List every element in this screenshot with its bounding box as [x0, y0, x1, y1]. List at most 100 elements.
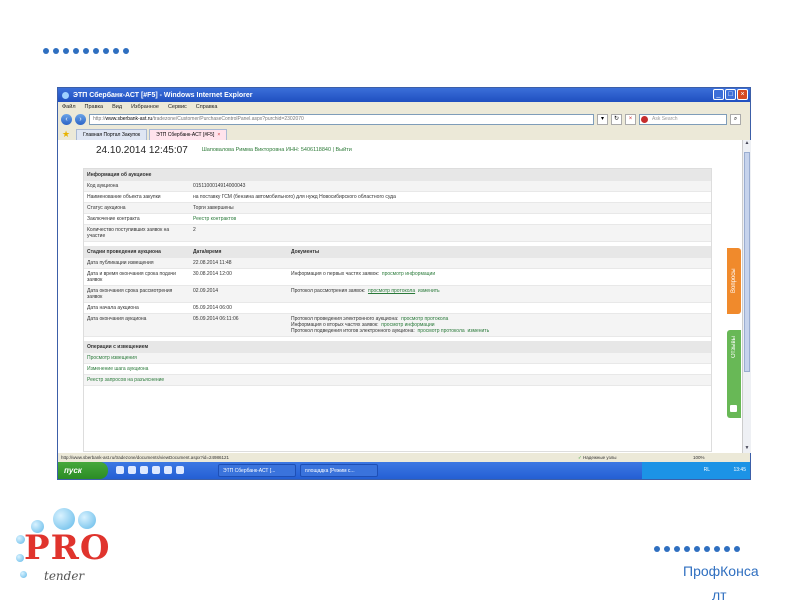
view-protocol-link[interactable]: просмотр протокола: [368, 288, 415, 294]
logo-pro-text: PRO: [24, 528, 111, 568]
scroll-down-icon[interactable]: ▼: [743, 445, 751, 453]
logo-bubble: [53, 508, 75, 530]
stage-name: Дата начала аукциона: [84, 302, 190, 314]
taskbar-task-doc[interactable]: площадка [Режим с...: [300, 464, 378, 477]
info-label: Заключение контракта: [84, 213, 190, 225]
tab-sberbank-ast[interactable]: ЭТП Сбербанк-АСТ [#F5] ×: [149, 129, 228, 140]
quicklaunch-icon[interactable]: [176, 466, 184, 474]
info-value: Торги завершены: [190, 202, 711, 214]
taskbar: пуск ЭТП Сбербанк-АСТ [... площадка [Реж…: [58, 462, 750, 479]
user-info-link[interactable]: Шаповалова Римма Викторовна ИНН: 5406118…: [202, 147, 352, 153]
reviews-side-tab[interactable]: Отзывы: [727, 330, 741, 418]
operations-table: Операции с извещением Просмотр извещения…: [84, 341, 711, 386]
tab-main-portal[interactable]: Главная Портал Закупок: [76, 129, 148, 140]
current-datetime: 24.10.2014 12:45:07: [96, 144, 188, 156]
favorites-star-icon[interactable]: ★: [62, 128, 70, 140]
view-notice-link[interactable]: Просмотр извещения: [87, 355, 137, 361]
status-url: http://www.sberbank-ast.ru/tradezone/doc…: [61, 455, 229, 460]
info-label: Код аукциона: [84, 181, 190, 192]
logo-bubble: [78, 511, 96, 529]
quicklaunch-icon[interactable]: [116, 466, 124, 474]
stage-name: Дата окончания срока рассмотрения заявок: [84, 285, 190, 303]
decorative-dots-bottom: [654, 546, 740, 552]
zoom-level[interactable]: 100%: [693, 453, 705, 462]
auction-card: Информация об аукционе Код аукциона 01511…: [83, 168, 712, 452]
menu-favorites[interactable]: Избранное: [131, 104, 159, 110]
window-titlebar: ЭТП Сбербанк-АСТ [#F5] - Windows Interne…: [58, 88, 750, 102]
table-row: Дата публикации извещения 22.08.2014 11:…: [84, 258, 711, 269]
taskbar-task-ie[interactable]: ЭТП Сбербанк-АСТ [...: [218, 464, 296, 477]
quick-launch: [116, 466, 184, 474]
search-icon[interactable]: ⌕: [730, 113, 741, 125]
logo-bubble: [20, 571, 27, 578]
window-title: ЭТП Сбербанк-АСТ [#F5] - Windows Interne…: [73, 91, 253, 99]
menu-tools[interactable]: Сервис: [168, 104, 187, 110]
vertical-scrollbar[interactable]: ▲ ▼: [742, 140, 751, 453]
system-tray: RL 13:45: [642, 462, 750, 479]
contracts-registry-link[interactable]: Реестр контрактов: [193, 216, 236, 222]
edit-link[interactable]: изменить: [467, 328, 489, 334]
tab-bar: ★ Главная Портал Закупок ЭТП Сбербанк-АС…: [58, 126, 750, 140]
clarification-registry-link[interactable]: Реестр запросов на разъяснение: [87, 377, 164, 383]
info-value: 2: [190, 224, 711, 242]
menu-bar: Файл Правка Вид Избранное Сервис Справка: [58, 102, 750, 112]
minimize-icon[interactable]: _: [713, 89, 724, 100]
back-icon[interactable]: ‹: [61, 113, 72, 125]
decorative-dots-top: [43, 48, 129, 54]
maximize-icon[interactable]: □: [725, 89, 736, 100]
feedback-icon: [730, 405, 737, 412]
stage-name: Дата и время окончания срока подачи заяв…: [84, 268, 190, 286]
ie-icon: [62, 91, 69, 99]
stages-col-stage: Стадии проведения аукциона: [84, 246, 190, 258]
menu-view[interactable]: Вид: [112, 104, 122, 110]
auction-info-header: Информация об аукционе: [84, 169, 711, 181]
info-label: Наименование объекта закупки: [84, 191, 190, 203]
url-field[interactable]: http://www.sberbank-ast.ru/tradezone/Cus…: [89, 113, 594, 125]
dropdown-icon[interactable]: ▾: [597, 113, 608, 125]
scroll-up-icon[interactable]: ▲: [743, 140, 751, 148]
reviews-label: Отзывы: [731, 336, 737, 358]
doc-text: Протокол подведения итогов электронного …: [291, 328, 415, 334]
logo-bubble: [16, 554, 24, 562]
quicklaunch-icon[interactable]: [128, 466, 136, 474]
menu-edit[interactable]: Правка: [85, 104, 104, 110]
quicklaunch-icon[interactable]: [140, 466, 148, 474]
refresh-icon[interactable]: ↻: [611, 113, 622, 125]
stages-col-date: Дата/время: [190, 246, 288, 258]
info-label: Статус аукциона: [84, 202, 190, 214]
search-input[interactable]: Ask Search: [639, 113, 727, 125]
tab-close-icon[interactable]: ×: [217, 130, 220, 140]
logo-tender-text: tender: [44, 569, 85, 583]
info-value: 0151100014914000043: [190, 181, 711, 192]
close-icon[interactable]: ×: [737, 89, 748, 100]
page-header: 24.10.2014 12:45:07 Шаповалова Римма Вик…: [58, 140, 742, 160]
security-zone: ✓ Надежные узлы: [578, 455, 617, 460]
clock: 13:45: [733, 467, 746, 473]
stop-icon[interactable]: ×: [625, 113, 636, 125]
brand-text-cut: лт: [712, 587, 727, 603]
language-indicator[interactable]: RL: [704, 467, 710, 473]
scroll-thumb[interactable]: [744, 152, 750, 372]
address-bar: ‹ › http://www.sberbank-ast.ru/tradezone…: [58, 112, 750, 126]
check-icon: ✓: [578, 455, 582, 460]
menu-file[interactable]: Файл: [62, 104, 76, 110]
quicklaunch-icon[interactable]: [164, 466, 172, 474]
view-protocol-link[interactable]: просмотр протокола: [418, 328, 465, 334]
edit-link[interactable]: изменить: [418, 288, 440, 294]
page-viewport: 24.10.2014 12:45:07 Шаповалова Римма Вик…: [58, 140, 742, 453]
stages-col-docs: Документы: [288, 246, 711, 258]
quicklaunch-icon[interactable]: [152, 466, 160, 474]
stages-table: Стадии проведения аукциона Дата/время До…: [84, 246, 711, 337]
stage-name: Дата окончания аукциона: [84, 313, 190, 337]
menu-help[interactable]: Справка: [196, 104, 218, 110]
change-step-link[interactable]: Изменение шага аукциона: [87, 366, 148, 372]
start-button[interactable]: пуск: [58, 462, 108, 479]
doc-text: Протокол рассмотрения заявок:: [291, 288, 366, 294]
view-info-link[interactable]: просмотр информации: [382, 271, 435, 277]
info-value: на поставку ГСМ (бензина автомобильного)…: [190, 191, 711, 203]
operations-header: Операции с извещением: [84, 341, 711, 353]
forward-icon[interactable]: ›: [75, 113, 86, 125]
doc-text: Информация о первых частях заявок:: [291, 271, 380, 277]
search-engine-icon: [641, 115, 648, 123]
questions-side-tab[interactable]: Вопросы: [727, 248, 741, 314]
